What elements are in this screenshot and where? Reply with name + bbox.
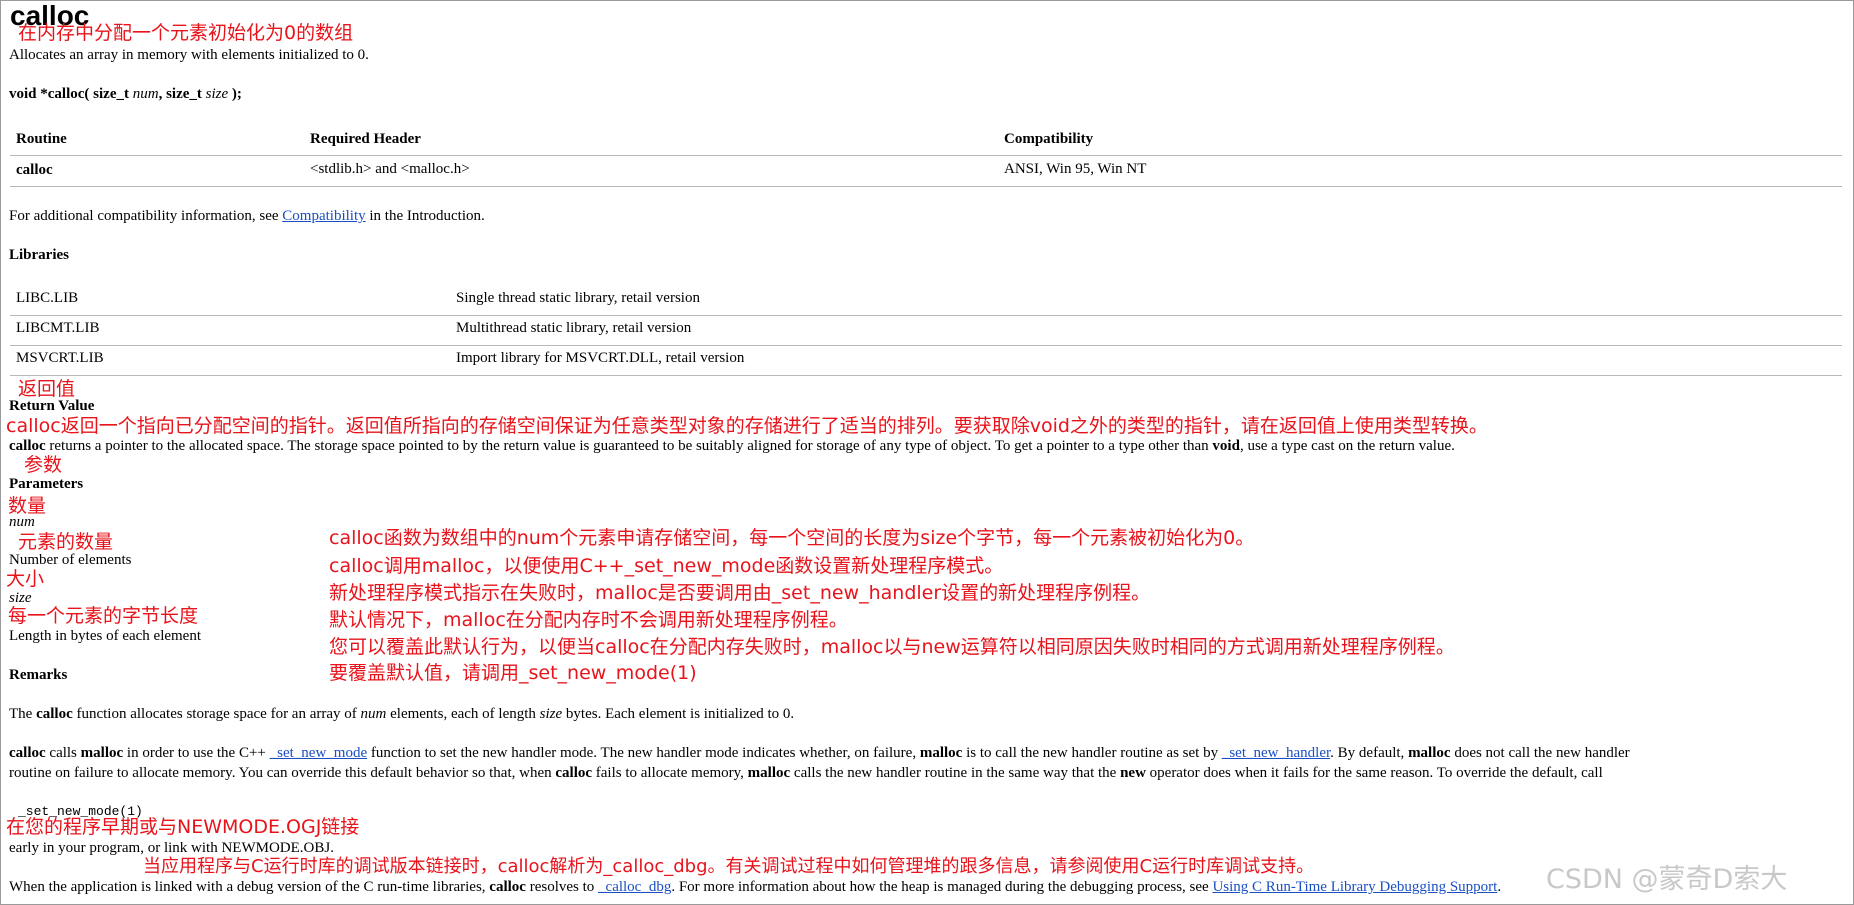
table-header-required-header: Required Header [310, 131, 421, 147]
compat-note-before: For additional compatibility information… [9, 208, 283, 224]
remarks-paragraph-1: The calloc function allocates storage sp… [9, 706, 794, 723]
set-new-mode-link[interactable]: _set_new_mode [270, 745, 367, 761]
annotation-remark-1: calloc函数为数组中的num个元素申请存储空间，每一个空间的长度为size个… [329, 527, 1255, 549]
remarks-text: The [9, 706, 37, 722]
debugging-support-link[interactable]: Using C Run-Time Library Debugging Suppo… [1212, 879, 1497, 895]
param-num-name: num [9, 514, 35, 530]
remarks-text: is to call the new handler routine as se… [962, 745, 1222, 761]
remarks-fn-name: calloc [9, 745, 46, 761]
remarks-malloc: malloc [919, 745, 963, 761]
library-name: LIBCMT.LIB [16, 320, 100, 336]
remarks-text: bytes. Each element is initialized to 0. [562, 706, 795, 722]
remarks-malloc: malloc [747, 765, 791, 781]
remarks-fn-name: calloc [36, 706, 73, 722]
table-divider [10, 186, 1842, 187]
compat-note-after: in the Introduction. [365, 208, 485, 224]
remarks-text: operator does when it fails for the same… [1145, 765, 1603, 781]
library-divider [10, 315, 1842, 316]
remarks-param-size: size [539, 706, 563, 722]
compatibility-link[interactable]: Compatibility [282, 208, 365, 224]
remarks-malloc: malloc [1408, 745, 1451, 761]
annotation-remark-5: 您可以覆盖此默认行为，以便当calloc在分配内存失败时，malloc以与new… [329, 636, 1455, 658]
remarks-param-num: num [360, 706, 387, 722]
remarks-fn-name: calloc [489, 879, 526, 895]
library-desc: Multithread static library, retail versi… [456, 320, 692, 336]
annotation-return-value: 返回值 [18, 378, 76, 400]
remarks-text: function to set the new handler mode. Th… [367, 745, 920, 761]
return-keyword-void: void [1212, 438, 1240, 454]
param-num-desc: Number of elements [9, 552, 132, 568]
annotation-remark-2: calloc调用malloc，以便使用C++_set_new_mode函数设置新… [329, 555, 1004, 577]
subtitle: Allocates an array in memory with elemen… [9, 47, 369, 63]
library-name: LIBC.LIB [16, 290, 79, 306]
remarks-paragraph-5: When the application is linked with a de… [9, 879, 1501, 896]
annotation-title: 在内存中分配一个元素初始化为0的数组 [18, 22, 354, 44]
annotation-remark-3: 新处理程序模式指示在失败时，malloc是否要调用由_set_new_handl… [329, 582, 1151, 604]
compatibility-note: For additional compatibility information… [9, 208, 485, 225]
annotation-size: 大小 [6, 568, 45, 590]
table-header-routine: Routine [16, 131, 67, 147]
remarks-fn-name: calloc [555, 765, 593, 781]
signature-suffix: ); [228, 86, 242, 102]
remarks-text: calls the new handler routine in the sam… [790, 765, 1121, 781]
table-divider [10, 155, 1842, 156]
remarks-text: When the application is linked with a de… [9, 879, 490, 895]
library-desc: Import library for MSVCRT.DLL, retail ve… [456, 350, 745, 366]
library-divider [10, 345, 1842, 346]
remarks-text: . For more information about how the hea… [671, 879, 1213, 895]
return-text-1: returns a pointer to the allocated space… [45, 438, 1213, 454]
remarks-text: resolves to [525, 879, 599, 895]
library-desc: Single thread static library, retail ver… [456, 290, 700, 306]
library-divider [10, 375, 1842, 376]
remarks-text: fails to allocate memory, [592, 765, 748, 781]
return-value-text: calloc returns a pointer to the allocate… [9, 438, 1455, 455]
table-header-compatibility: Compatibility [1004, 131, 1094, 147]
function-signature: void *calloc( size_t num, size_t size ); [9, 86, 242, 103]
remarks-malloc: malloc [80, 745, 124, 761]
calloc-dbg-link[interactable]: _calloc_dbg [598, 879, 671, 895]
remarks-new-keyword: new [1120, 765, 1146, 781]
set-new-handler-link[interactable]: _set_new_handler [1222, 745, 1330, 761]
table-cell-compatibility: ANSI, Win 95, Win NT [1004, 161, 1147, 177]
return-fn-name: calloc [9, 438, 46, 454]
annotation-size-desc: 每一个元素的字节长度 [8, 605, 199, 627]
annotation-debug: 当应用程序与C运行时库的调试版本链接时，calloc解析为_calloc_dbg… [143, 856, 1315, 877]
watermark: CSDN @蒙奇D索大 [1546, 864, 1788, 895]
remarks-paragraph-3: routine on failure to allocate memory. Y… [9, 765, 1603, 782]
signature-param-num: num [132, 86, 159, 102]
return-value-heading: Return Value [9, 398, 95, 414]
remarks-text: . [1497, 879, 1502, 895]
annotation-return-desc: calloc返回一个指向已分配空间的指针。返回值所指向的存储空间保证为任意类型对… [6, 415, 1488, 437]
remarks-text: elements, each of length [386, 706, 540, 722]
remarks-text: in order to use the C++ [123, 745, 270, 761]
annotation-link-newmode: 在您的程序早期或与NEWMODE.OGJ链接 [6, 816, 360, 838]
parameters-heading: Parameters [9, 476, 84, 492]
signature-prefix: void *calloc( size_t [9, 86, 133, 102]
remarks-heading: Remarks [9, 667, 68, 683]
remarks-text: calls [45, 745, 81, 761]
annotation-parameters: 参数 [24, 454, 63, 476]
remarks-text: routine on failure to allocate memory. Y… [9, 765, 556, 781]
annotation-remark-6: 要覆盖默认值，请调用_set_new_mode(1) [329, 662, 697, 684]
signature-param-size: size [205, 86, 229, 102]
remarks-text: function allocates storage space for an … [72, 706, 361, 722]
annotation-num-desc: 元素的数量 [18, 531, 114, 553]
signature-mid: , size_t [158, 86, 206, 102]
annotation-remark-4: 默认情况下，malloc在分配内存时不会调用新处理程序例程。 [329, 609, 848, 631]
return-text-2: , use a type cast on the return value. [1239, 438, 1455, 454]
remarks-text: does not call the new handler [1450, 745, 1630, 761]
remarks-paragraph-2: calloc calls malloc in order to use the … [9, 745, 1630, 762]
remarks-paragraph-4: early in your program, or link with NEWM… [9, 840, 334, 856]
library-name: MSVCRT.LIB [16, 350, 104, 366]
table-cell-routine: calloc [16, 162, 53, 178]
libraries-heading: Libraries [9, 247, 69, 263]
remarks-text: . By default, [1330, 745, 1409, 761]
table-cell-header: <stdlib.h> and <malloc.h> [310, 161, 470, 177]
param-size-desc: Length in bytes of each element [9, 628, 202, 644]
